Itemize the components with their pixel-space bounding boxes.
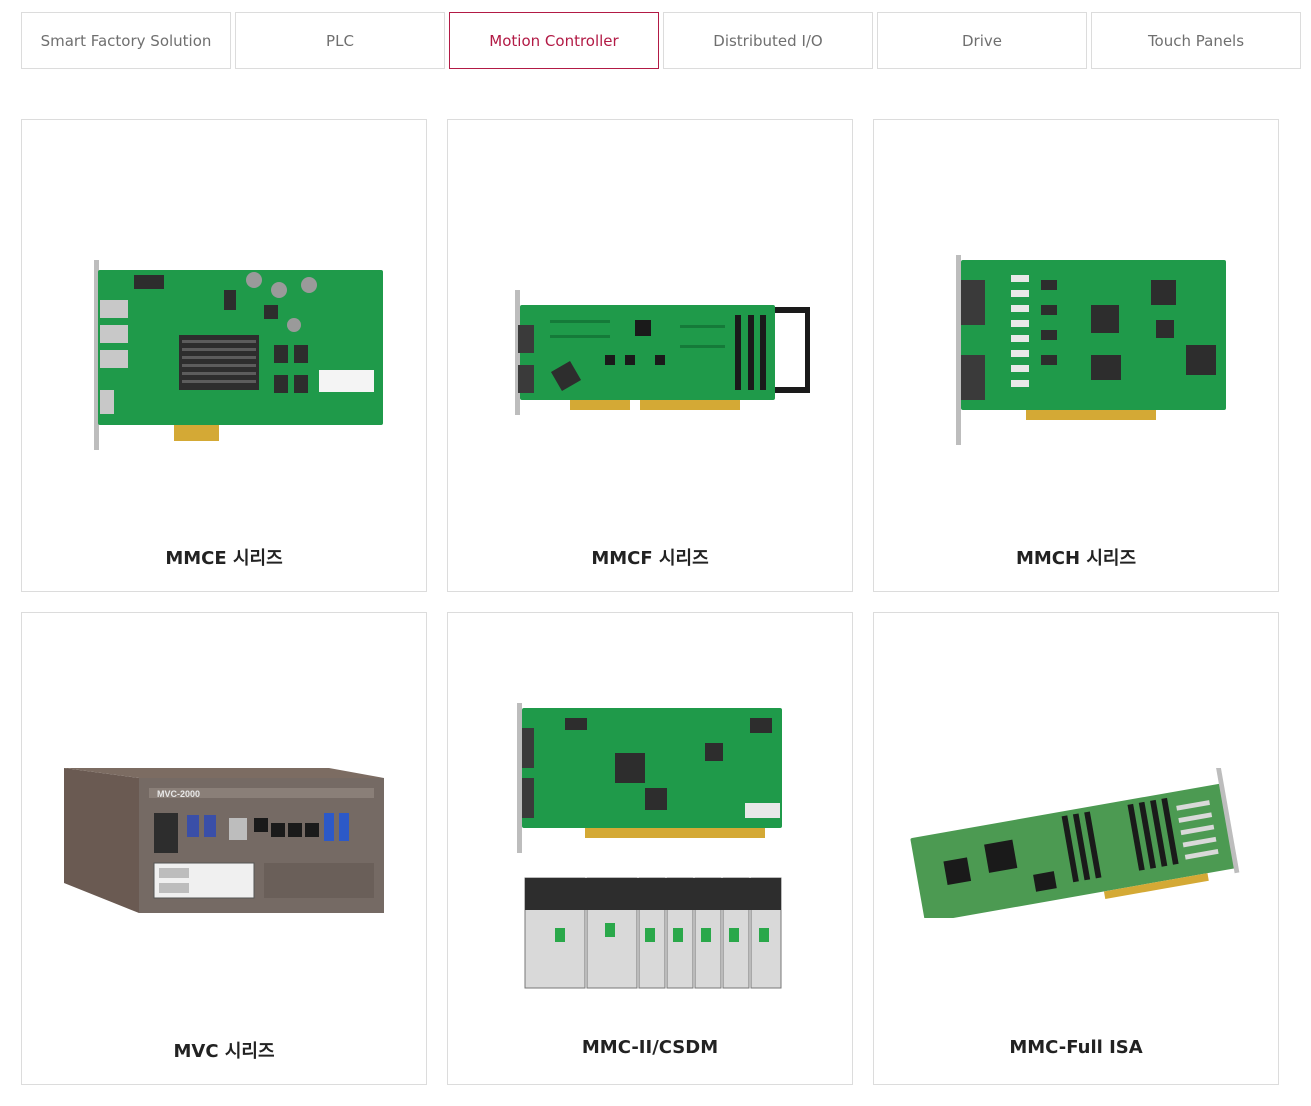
product-image-mmch (904, 190, 1248, 510)
pci-board-icon (956, 255, 1226, 445)
pci-board-icon (515, 290, 810, 415)
product-image-mmcf (478, 190, 822, 510)
product-title: MMCF 시리즈 (591, 548, 709, 569)
pcie-board-icon (94, 260, 383, 450)
device-model-label: MVC-2000 (157, 789, 200, 799)
product-card-mmc-ii-csdm[interactable]: MMC-II/CSDM (447, 612, 853, 1085)
product-title: MMC-Full ISA (1009, 1037, 1143, 1058)
product-card-mmc-full-isa[interactable]: MMC-Full ISA (873, 612, 1279, 1085)
product-card-mmch[interactable]: MMCH 시리즈 (873, 119, 1279, 592)
product-image-mvc: MVC-2000 (52, 683, 396, 1003)
product-image-mmc-full-isa (904, 683, 1248, 1003)
tab-motion-controller[interactable]: Motion Controller (449, 12, 659, 69)
category-tabs: Smart Factory Solution PLC Motion Contro… (21, 12, 1301, 69)
product-image-mmce (52, 190, 396, 510)
product-title: MMC-II/CSDM (581, 1037, 719, 1058)
box-pc-icon: MVC-2000 (64, 768, 384, 913)
board-and-drives-icon (517, 703, 782, 989)
product-title: MVC 시리즈 (173, 1041, 275, 1062)
product-card-mmcf[interactable]: MMCF 시리즈 (447, 119, 853, 592)
product-card-mvc[interactable]: MVC-2000 MVC 시리즈 (21, 612, 427, 1085)
product-grid: MMCE 시리즈 MMCF 시리즈 MMCH 시리즈 MVC-2000 MVC … (21, 119, 1279, 1085)
product-title: MMCE 시리즈 (165, 548, 283, 569)
tab-distributed-io[interactable]: Distributed I/O (663, 12, 873, 69)
product-image-mmc-ii-csdm (478, 683, 822, 1003)
isa-board-icon (910, 768, 1240, 918)
product-title: MMCH 시리즈 (1015, 548, 1137, 569)
tab-smart-factory-solution[interactable]: Smart Factory Solution (21, 12, 231, 69)
tab-drive[interactable]: Drive (877, 12, 1087, 69)
product-card-mmce[interactable]: MMCE 시리즈 (21, 119, 427, 592)
tab-touch-panels[interactable]: Touch Panels (1091, 12, 1301, 69)
tab-plc[interactable]: PLC (235, 12, 445, 69)
